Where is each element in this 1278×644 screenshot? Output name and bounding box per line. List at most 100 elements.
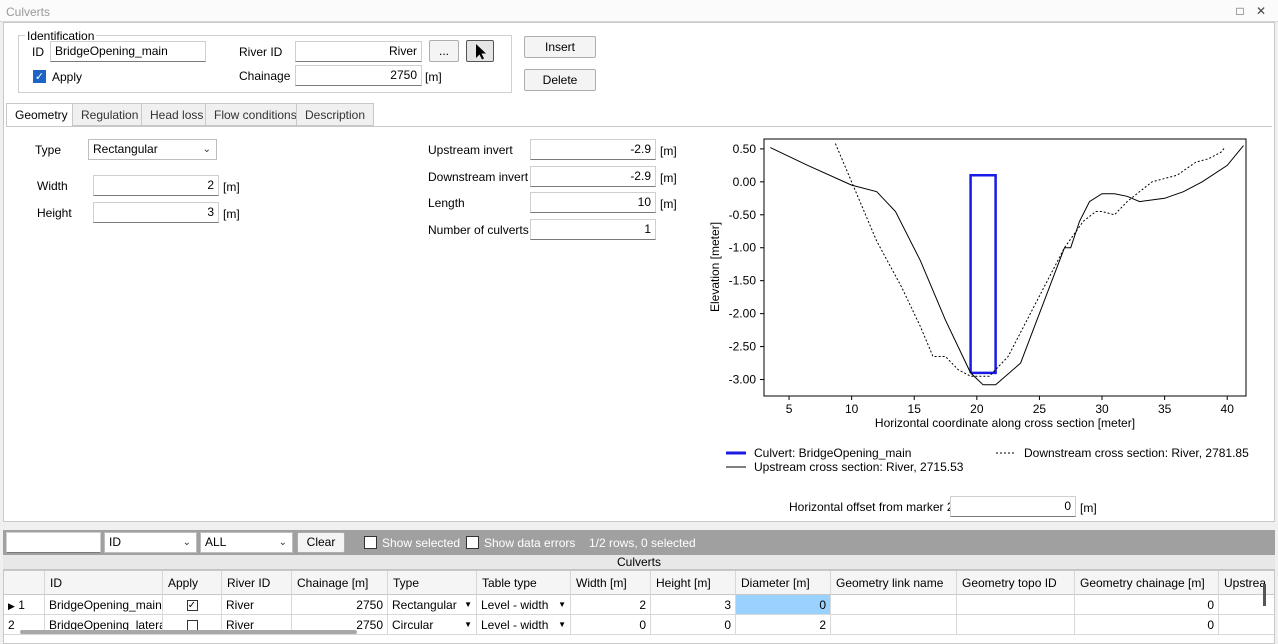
window-titlebar: Culverts □ ✕ <box>0 0 1278 22</box>
number-of-culverts-label: Number of culverts <box>428 223 529 237</box>
window-title: Culverts <box>6 5 51 19</box>
river-id-input[interactable]: River <box>295 41 422 62</box>
browse-river-button[interactable]: ... <box>429 40 459 62</box>
y-tick-label: -2.50 <box>729 340 757 354</box>
cell-value: Rectangular <box>392 598 457 612</box>
table-cell[interactable] <box>1219 595 1274 615</box>
x-tick-label: 5 <box>786 402 793 416</box>
type-select[interactable]: Rectangular ⌄ <box>88 139 217 160</box>
tab-regulation[interactable]: Regulation <box>72 103 148 126</box>
tab-description[interactable]: Description <box>296 103 375 126</box>
table-cell[interactable] <box>957 595 1075 615</box>
height-input[interactable]: 3 <box>93 202 219 223</box>
column-header[interactable]: ID <box>45 571 163 595</box>
column-header[interactable]: Apply <box>163 571 222 595</box>
table-cell[interactable]: 0 <box>1075 595 1219 615</box>
horizontal-offset-input[interactable]: 0 <box>950 496 1076 517</box>
length-input[interactable]: 10 <box>530 192 656 213</box>
apply-checkbox[interactable]: ✓ <box>33 70 46 83</box>
column-header[interactable]: Table type <box>477 571 571 595</box>
table-cell[interactable] <box>831 615 957 635</box>
insert-button[interactable]: Insert <box>524 36 596 58</box>
cell-value: 0 <box>639 618 646 632</box>
table-cell[interactable]: 0 <box>651 615 736 635</box>
pointer-icon <box>476 44 486 60</box>
apply-cell-checkbox[interactable]: ✓ <box>186 600 198 612</box>
column-header[interactable]: Geometry topo ID <box>957 571 1075 595</box>
show-data-errors-label: Show data errors <box>484 536 576 550</box>
table-cell[interactable]: 2 <box>736 615 831 635</box>
filter-scope-select[interactable]: ALL ⌄ <box>200 532 293 553</box>
table-cell[interactable]: Level - width ▼ <box>477 595 571 615</box>
dropdown-arrow-icon[interactable]: ▼ <box>558 595 566 614</box>
river-id-label: River ID <box>239 45 283 59</box>
filter-status: 1/2 rows, 0 selected <box>589 536 696 550</box>
dropdown-arrow-icon[interactable]: ▼ <box>464 595 472 614</box>
upstream-invert-input[interactable]: -2.9 <box>530 139 656 160</box>
table-cell[interactable]: 3 <box>651 595 736 615</box>
number-of-culverts-input[interactable]: 1 <box>530 219 656 240</box>
vertical-scrollbar[interactable] <box>1263 584 1266 606</box>
column-header[interactable]: River ID <box>222 571 292 595</box>
show-selected-label: Show selected <box>382 536 461 550</box>
row-number: 2 <box>8 618 15 632</box>
width-input[interactable]: 2 <box>93 175 219 196</box>
x-tick-label: 30 <box>1095 402 1109 416</box>
tab-geometry[interactable]: Geometry <box>6 103 77 127</box>
table-cell[interactable] <box>831 595 957 615</box>
chainage-input[interactable]: 2750 <box>295 65 422 86</box>
delete-button[interactable]: Delete <box>524 69 596 91</box>
clear-filter-button[interactable]: Clear <box>297 532 345 553</box>
table-cell[interactable]: River <box>222 595 292 615</box>
column-header[interactable]: Type <box>388 571 477 595</box>
table-cell[interactable]: Level - width ▼ <box>477 615 571 635</box>
id-label: ID <box>32 45 44 59</box>
cell-value: 2 <box>819 618 826 632</box>
dropdown-arrow-icon[interactable]: ▼ <box>464 615 472 634</box>
table-cell[interactable]: 0 <box>736 595 831 615</box>
show-selected-checkbox[interactable] <box>364 536 377 549</box>
row-header[interactable]: ▶ 1 <box>4 595 45 615</box>
restore-icon[interactable]: □ <box>1233 4 1247 18</box>
tab-head-loss[interactable]: Head loss <box>141 103 213 126</box>
horizontal-offset-unit: [m] <box>1080 501 1097 515</box>
column-header[interactable]: Geometry chainage [m] <box>1075 571 1219 595</box>
horizontal-scrollbar[interactable] <box>20 630 357 634</box>
cell-value: River <box>226 598 255 612</box>
column-header[interactable]: Width [m] <box>571 571 651 595</box>
column-header[interactable]: Diameter [m] <box>736 571 831 595</box>
y-tick-label: 0.50 <box>733 142 757 156</box>
table-cell[interactable] <box>1219 615 1274 635</box>
pick-on-map-button[interactable] <box>466 40 494 62</box>
id-input[interactable]: BridgeOpening_main <box>50 41 206 62</box>
column-header[interactable]: Upstrea <box>1219 571 1274 595</box>
downstream-invert-unit: [m] <box>660 171 677 185</box>
column-header[interactable]: Chainage [m] <box>292 571 388 595</box>
show-data-errors-checkbox[interactable] <box>466 536 479 549</box>
table-cell[interactable]: 2 <box>571 595 651 615</box>
column-header[interactable]: Height [m] <box>651 571 736 595</box>
close-icon[interactable]: ✕ <box>1254 4 1268 18</box>
table-cell[interactable]: ✓ <box>163 595 222 615</box>
tab-flow-conditions[interactable]: Flow conditions <box>205 103 306 126</box>
table-cell[interactable]: Rectangular ▼ <box>388 595 477 615</box>
type-label: Type <box>35 143 62 157</box>
filter-text-input[interactable] <box>6 532 101 553</box>
height-label: Height <box>37 206 72 220</box>
column-header[interactable]: Geometry link name <box>831 571 957 595</box>
chevron-down-icon: ⌄ <box>182 537 191 548</box>
x-tick-label: 15 <box>908 402 922 416</box>
downstream-invert-input[interactable]: -2.9 <box>530 166 656 187</box>
filter-scope-value: ALL <box>205 535 227 549</box>
x-tick-label: 20 <box>970 402 984 416</box>
table-cell[interactable]: Circular ▼ <box>388 615 477 635</box>
table-cell[interactable]: 0 <box>571 615 651 635</box>
table-cell[interactable]: BridgeOpening_main <box>45 595 163 615</box>
table-cell[interactable]: 2750 <box>292 595 388 615</box>
table-cell[interactable] <box>957 615 1075 635</box>
filter-column-select[interactable]: ID ⌄ <box>104 532 197 553</box>
dropdown-arrow-icon[interactable]: ▼ <box>558 615 566 634</box>
chevron-down-icon: ⌄ <box>202 144 211 155</box>
upstream-invert-unit: [m] <box>660 144 677 158</box>
table-cell[interactable]: 0 <box>1075 615 1219 635</box>
